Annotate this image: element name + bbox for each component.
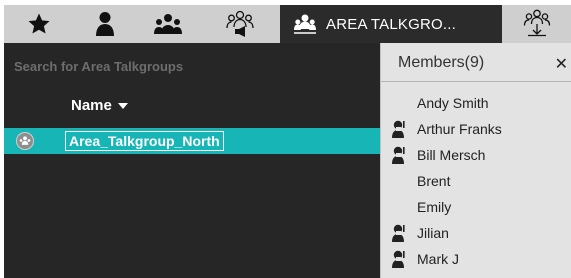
member-item[interactable]: Arthur Franks [381,116,571,142]
radio-user-icon [392,120,405,138]
tab-download[interactable] [502,5,571,43]
tab-talkgroups[interactable] [200,5,280,43]
member-name: Mark J [417,251,459,267]
member-item[interactable]: Jilian [381,220,571,246]
member-name: Emily [417,199,452,215]
member-item[interactable]: Mark J [381,246,571,272]
tab-bar: AREA TALKGRO... [4,5,571,43]
sort-down-icon [117,102,128,109]
tab-groups[interactable] [136,5,200,43]
group-download-icon [523,9,550,37]
talkgroup-row[interactable]: Area_Talkgroup_North [4,128,380,154]
column-header-label: Name [71,97,112,114]
name-column-header[interactable]: Name [71,97,128,114]
talkgroup-name[interactable]: Area_Talkgroup_North [65,131,224,151]
member-item[interactable]: Brent [381,168,571,194]
members-title: Members(9) [398,54,485,71]
members-header: Members(9) ✕ [381,43,571,82]
group-broadcast-icon [226,10,254,37]
talkgroup-list-panel: Search for Area Talkgroups Name Area_Tal… [4,43,380,278]
member-item[interactable]: Emily [381,194,571,220]
talkgroup-icon [294,14,316,34]
member-name: Brent [417,173,451,189]
person-icon [96,12,114,36]
member-item[interactable]: Andy Smith [381,90,571,116]
search-input[interactable]: Search for Area Talkgroups [14,59,183,74]
talkgroup-icon [16,132,34,150]
radio-user-icon [392,250,405,268]
member-name: Arthur Franks [417,121,502,137]
radio-user-icon [392,146,405,164]
star-icon [28,13,50,34]
member-name: Jilian [417,225,449,241]
member-name: Andy Smith [417,95,489,111]
tab-contacts[interactable] [74,5,136,43]
tab-favorites[interactable] [4,5,74,43]
member-item[interactable]: Bill Mersch [381,142,571,168]
member-name: Bill Mersch [417,147,486,163]
close-icon[interactable]: ✕ [555,54,568,74]
tab-area-talkgroups[interactable]: AREA TALKGRO... [280,5,502,43]
group-icon [154,14,182,34]
radio-user-icon [392,224,405,242]
active-tab-label: AREA TALKGRO... [326,15,456,33]
members-panel: Members(9) ✕ Andy Smith Arthur Franks Bi… [380,43,571,278]
